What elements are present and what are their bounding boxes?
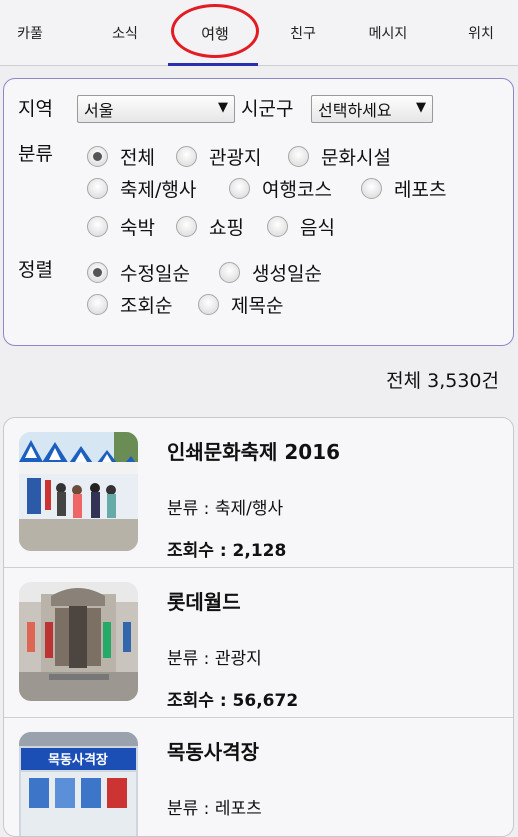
list-item[interactable]: 인쇄문화축제 2016 분류 : 축제/행사 조회수 : 2,128 (4, 418, 513, 568)
radio-unchecked-icon (87, 294, 108, 315)
category-radio-leports[interactable]: 레포츠 (361, 175, 446, 202)
district-select-value: 선택하세요 (318, 101, 392, 120)
sort-radio-modified[interactable]: 수정일순 (87, 259, 190, 286)
sort-radio-created[interactable]: 생성일순 (219, 259, 322, 286)
category-radio-food[interactable]: 음식 (267, 213, 335, 240)
top-tab-bar: 카풀 소식 여행 친구 메시지 위치 (0, 0, 518, 66)
radio-unchecked-icon (219, 262, 240, 283)
sort-radio-views[interactable]: 조회순 (87, 291, 172, 318)
category-radio-travel-course[interactable]: 여행코스 (229, 175, 332, 202)
sign-text: 목동사격장 (48, 752, 108, 768)
radio-unchecked-icon (229, 178, 250, 199)
item-views: 조회수 : 2,128 (167, 541, 287, 561)
item-category: 분류 : 축제/행사 (167, 499, 284, 519)
radio-unchecked-icon (288, 146, 309, 167)
tab-news-label: 소식 (112, 26, 138, 42)
radio-label: 생성일순 (252, 263, 322, 285)
building-photo (19, 582, 138, 701)
radio-label: 쇼핑 (209, 217, 244, 239)
tab-location-label: 위치 (468, 26, 494, 42)
radio-unchecked-icon (176, 146, 197, 167)
category-label: 분류 (18, 143, 53, 165)
dropdown-arrow-icon: ▼ (218, 100, 228, 115)
category-radio-tourist-spot[interactable]: 관광지 (176, 143, 261, 170)
category-radio-festival[interactable]: 축제/행사 (87, 175, 196, 202)
tab-messages-label: 메시지 (368, 26, 408, 42)
radio-label: 숙박 (120, 217, 155, 239)
radio-unchecked-icon (87, 216, 108, 237)
result-list: 인쇄문화축제 2016 분류 : 축제/행사 조회수 : 2,128 롯데월드 … (3, 417, 514, 837)
category-radio-culture[interactable]: 문화시설 (288, 143, 391, 170)
tab-friends[interactable]: 친구 (264, 0, 342, 66)
list-item[interactable]: 롯데월드 분류 : 관광지 조회수 : 56,672 (4, 568, 513, 718)
item-views: 조회수 : 56,672 (167, 691, 299, 711)
festival-tents-photo (19, 432, 138, 551)
tab-friends-label: 친구 (290, 26, 316, 42)
tab-news[interactable]: 소식 (86, 0, 164, 66)
item-title: 롯데월드 (167, 590, 241, 614)
radio-label: 레포츠 (394, 179, 447, 201)
category-radio-lodging[interactable]: 숙박 (87, 213, 155, 240)
radio-label: 여행코스 (262, 179, 332, 201)
radio-checked-icon (87, 262, 108, 283)
radio-label: 수정일순 (120, 263, 190, 285)
radio-unchecked-icon (361, 178, 382, 199)
radio-unchecked-icon (176, 216, 197, 237)
shooting-range-sign-photo: 목동사격장 (19, 732, 138, 836)
tab-carpool-label: 카풀 (17, 26, 43, 42)
item-category: 분류 : 관광지 (167, 649, 262, 669)
radio-unchecked-icon (198, 294, 219, 315)
district-label: 시군구 (241, 98, 294, 120)
sort-radio-title[interactable]: 제목순 (198, 291, 283, 318)
radio-unchecked-icon (267, 216, 288, 237)
radio-label: 제목순 (231, 295, 284, 317)
district-select[interactable]: 선택하세요 ▼ (311, 95, 433, 123)
region-select[interactable]: 서울 ▼ (77, 95, 235, 123)
dropdown-arrow-icon: ▼ (416, 100, 426, 115)
item-title: 목동사격장 (167, 740, 259, 764)
tab-location[interactable]: 위치 (448, 0, 514, 66)
radio-label: 문화시설 (321, 147, 391, 169)
region-label: 지역 (18, 98, 53, 120)
item-category: 분류 : 레포츠 (167, 799, 262, 819)
sort-label: 정렬 (18, 259, 53, 281)
region-select-value: 서울 (84, 101, 114, 120)
active-tab-indicator (168, 63, 258, 66)
radio-label: 조회순 (120, 295, 173, 317)
total-count: 전체 3,530건 (386, 370, 499, 392)
red-highlight-circle (171, 4, 259, 58)
category-radio-all[interactable]: 전체 (87, 143, 155, 170)
list-item[interactable]: 목동사격장 목동사격장 분류 : 레포츠 (4, 718, 513, 836)
radio-label: 음식 (300, 217, 335, 239)
filter-panel: 지역 서울 ▼ 시군구 선택하세요 ▼ 분류 전체 관광지 문화시설 축제/행사… (3, 78, 514, 346)
tab-carpool[interactable]: 카풀 (0, 0, 60, 66)
category-radio-shopping[interactable]: 쇼핑 (176, 213, 244, 240)
radio-label: 관광지 (209, 147, 262, 169)
radio-label: 축제/행사 (120, 179, 197, 201)
tab-messages[interactable]: 메시지 (348, 0, 428, 66)
radio-label: 전체 (120, 147, 155, 169)
radio-unchecked-icon (87, 178, 108, 199)
item-title: 인쇄문화축제 2016 (167, 440, 341, 464)
radio-checked-icon (87, 146, 108, 167)
